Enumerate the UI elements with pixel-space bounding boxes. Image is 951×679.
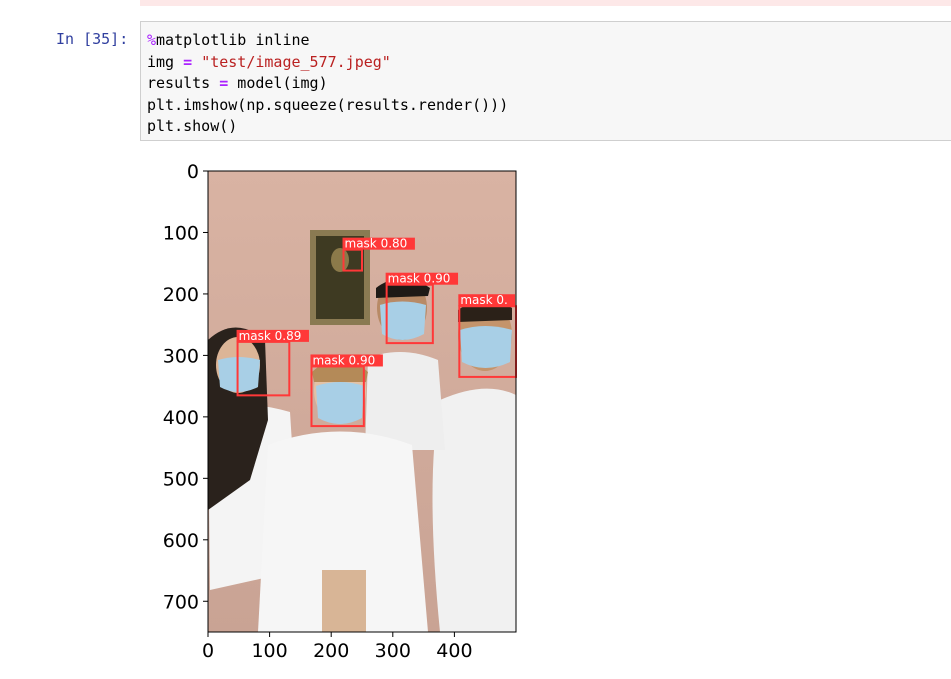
code-line-4: plt.imshow(np.squeeze(results.render())) [147, 95, 509, 114]
y-tick-label: 300 [163, 345, 199, 367]
code-cell-input[interactable]: %matplotlib inline img = "test/image_577… [140, 21, 951, 141]
person-front-hands [322, 570, 366, 632]
x-tick-label: 300 [375, 640, 411, 662]
person-left-mask [218, 357, 260, 392]
detection-label: mask 0. [460, 293, 508, 307]
code-line-3: results = model(img) [147, 74, 328, 92]
x-tick-label: 100 [251, 640, 287, 662]
x-tick-label: 400 [436, 640, 472, 662]
magic-percent: % [147, 31, 157, 49]
person-right-shirt [432, 388, 516, 632]
y-tick-label: 100 [163, 222, 199, 244]
x-tick-label: 0 [202, 640, 214, 662]
previous-cell-output [140, 0, 951, 6]
code-line-2: img = "test/image_577.jpeg" [147, 52, 391, 71]
detection-label: mask 0.90 [388, 272, 451, 286]
y-tick-label: 600 [163, 530, 199, 552]
detection-label: mask 0.90 [312, 353, 375, 367]
code-line-5: plt.show() [147, 117, 238, 135]
code-editor[interactable]: %matplotlib inline img = "test/image_577… [147, 30, 508, 138]
detection-label: mask 0.80 [345, 237, 408, 251]
person-right-mask [460, 326, 512, 368]
person-front-mask [316, 382, 364, 424]
y-tick-label: 200 [163, 284, 199, 306]
x-tick-label: 200 [313, 640, 349, 662]
y-tick-label: 0 [187, 161, 199, 183]
y-tick-label: 500 [163, 468, 199, 490]
cell-output: mask 0.80 mask 0.90 mask 0. mask 0.89 mask 0… [140, 150, 951, 675]
image-plot: mask 0.80 mask 0.90 mask 0. mask 0.89 mask 0… [163, 161, 518, 662]
painting-face [331, 248, 349, 272]
x-axis: 0 100 200 300 400 [202, 632, 473, 662]
y-axis: 0 100 200 300 400 500 600 700 [163, 161, 208, 613]
y-tick-label: 700 [163, 591, 199, 613]
y-tick-label: 400 [163, 407, 199, 429]
code-line-1: %matplotlib inline [147, 31, 310, 49]
detection-label: mask 0.89 [239, 329, 302, 343]
input-prompt: In [35]: [56, 30, 129, 48]
